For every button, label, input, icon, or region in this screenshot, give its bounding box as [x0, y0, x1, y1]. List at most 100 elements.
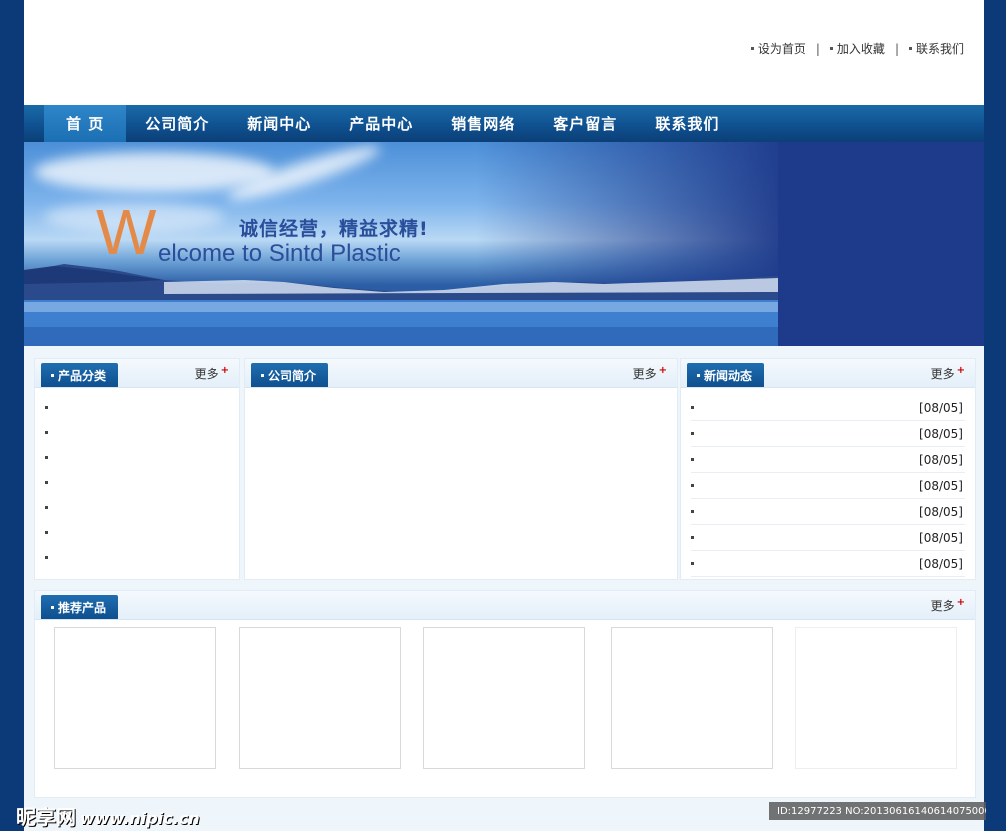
bullet-icon [45, 481, 48, 484]
contact-us-label[interactable]: 联系我们 [916, 40, 964, 57]
bullet-icon [261, 373, 264, 377]
nav-item-news-center[interactable]: 新闻中心 [228, 105, 330, 142]
main-nav: 首 页 公司简介 新闻中心 产品中心 销售网络 客户留言 联系我们 [24, 105, 984, 142]
add-favorite-link[interactable]: 加入收藏 [829, 40, 885, 57]
more-label[interactable]: 更多 [633, 367, 657, 381]
watermark-logo-text: 昵享网 [16, 805, 76, 829]
plus-icon: + [956, 597, 965, 608]
product-thumbnail[interactable] [54, 627, 216, 769]
bullet-icon [691, 432, 694, 435]
bullet-icon [45, 406, 48, 409]
news-title: 新闻动态 [704, 368, 753, 383]
product-category-list [45, 395, 229, 570]
nav-item-sales-network[interactable]: 销售网络 [432, 105, 534, 142]
list-item[interactable] [45, 545, 229, 570]
bullet-icon [691, 484, 694, 487]
separator: | [815, 41, 820, 56]
news-date: [08/05] [919, 426, 963, 441]
bullet-icon [691, 406, 694, 409]
list-item[interactable] [45, 395, 229, 420]
plus-icon: + [220, 365, 229, 376]
product-thumbnail[interactable] [611, 627, 773, 769]
bullet-icon [829, 47, 833, 50]
more-label[interactable]: 更多 [931, 367, 955, 381]
more-label[interactable]: 更多 [931, 599, 955, 613]
plus-icon: + [658, 365, 667, 376]
recommended-title: 推荐产品 [58, 600, 107, 615]
company-intro-more-link[interactable]: 更多 + [633, 365, 667, 382]
bullet-icon [51, 373, 54, 377]
news-list: [08/05] [08/05] [08/05] [08/05] [08/05] … [691, 395, 965, 577]
news-more-link[interactable]: 更多 + [931, 365, 965, 382]
list-item[interactable] [45, 495, 229, 520]
panel-tab: 新闻动态 [687, 363, 765, 387]
news-item[interactable]: [08/05] [691, 551, 965, 577]
news-item[interactable]: [08/05] [691, 421, 965, 447]
top-links: 设为首页 | 加入收藏 | 联系我们 [750, 40, 964, 57]
panel-tab: 公司简介 [251, 363, 329, 387]
banner: W elcome to Sintd Plastic 诚信经营，精益求精! [24, 142, 984, 346]
bullet-icon [691, 510, 694, 513]
bullet-icon [45, 456, 48, 459]
panel-header: 推荐产品 更多 + [35, 591, 975, 620]
separator: | [894, 41, 899, 56]
product-thumbnail[interactable] [239, 627, 401, 769]
panel-header: 公司简介 更多 + [245, 359, 677, 388]
panel-header: 产品分类 更多 + [35, 359, 239, 388]
bullet-icon [45, 556, 48, 559]
bullet-icon [750, 47, 754, 50]
set-homepage-link[interactable]: 设为首页 [750, 40, 806, 57]
panel-header: 新闻动态 更多 + [681, 359, 975, 388]
bullet-icon [45, 431, 48, 434]
news-date: [08/05] [919, 530, 963, 545]
nav-item-company-intro[interactable]: 公司简介 [126, 105, 228, 142]
list-item[interactable] [45, 520, 229, 545]
list-item[interactable] [45, 445, 229, 470]
bullet-icon [691, 562, 694, 565]
nav-item-contact-us[interactable]: 联系我们 [636, 105, 738, 142]
list-item[interactable] [45, 420, 229, 445]
bullet-icon [908, 47, 912, 50]
watermark-logo: 昵享网 www.nipic.cn [16, 801, 200, 830]
plus-icon: + [956, 365, 965, 376]
news-date: [08/05] [919, 478, 963, 493]
watermark-id: ID:12977223 NO:20130616140614075000 [769, 802, 986, 820]
welcome-text: elcome to Sintd Plastic [158, 240, 401, 267]
product-category-more-link[interactable]: 更多 + [195, 365, 229, 382]
contact-us-link[interactable]: 联系我们 [908, 40, 964, 57]
nav-item-home[interactable]: 首 页 [44, 105, 127, 142]
more-label[interactable]: 更多 [195, 367, 219, 381]
product-thumbnail[interactable] [423, 627, 585, 769]
list-item[interactable] [45, 470, 229, 495]
nav-item-guestbook[interactable]: 客户留言 [534, 105, 636, 142]
bullet-icon [45, 531, 48, 534]
news-item[interactable]: [08/05] [691, 395, 965, 421]
news-panel: 新闻动态 更多 + [08/05] [08/05] [08/05] [08/05]… [680, 358, 976, 580]
nav-item-product-center[interactable]: 产品中心 [330, 105, 432, 142]
news-item[interactable]: [08/05] [691, 499, 965, 525]
news-item[interactable]: [08/05] [691, 473, 965, 499]
company-intro-title: 公司简介 [268, 368, 317, 383]
content-area: 产品分类 更多 + 公司简介 更多 + 新闻动态 更多 + [08/05] [0… [24, 346, 984, 831]
product-category-title: 产品分类 [58, 368, 107, 383]
news-date: [08/05] [919, 452, 963, 467]
set-homepage-label[interactable]: 设为首页 [758, 40, 806, 57]
news-date: [08/05] [919, 556, 963, 571]
watermark-url: www.nipic.cn [80, 809, 200, 828]
recommended-more-link[interactable]: 更多 + [931, 597, 965, 614]
banner-slogan: 诚信经营，精益求精! [239, 218, 429, 240]
news-date: [08/05] [919, 400, 963, 415]
bullet-icon [51, 605, 54, 609]
news-item[interactable]: [08/05] [691, 525, 965, 551]
panel-tab: 产品分类 [41, 363, 119, 387]
panel-tab: 推荐产品 [41, 595, 119, 619]
bullet-icon [691, 536, 694, 539]
news-item[interactable]: [08/05] [691, 447, 965, 473]
product-category-panel: 产品分类 更多 + [34, 358, 240, 580]
welcome-initial: W [96, 196, 157, 268]
bullet-icon [697, 373, 700, 377]
bullet-icon [691, 458, 694, 461]
add-favorite-label[interactable]: 加入收藏 [837, 40, 885, 57]
product-thumbnail[interactable] [795, 627, 957, 769]
bullet-icon [45, 506, 48, 509]
